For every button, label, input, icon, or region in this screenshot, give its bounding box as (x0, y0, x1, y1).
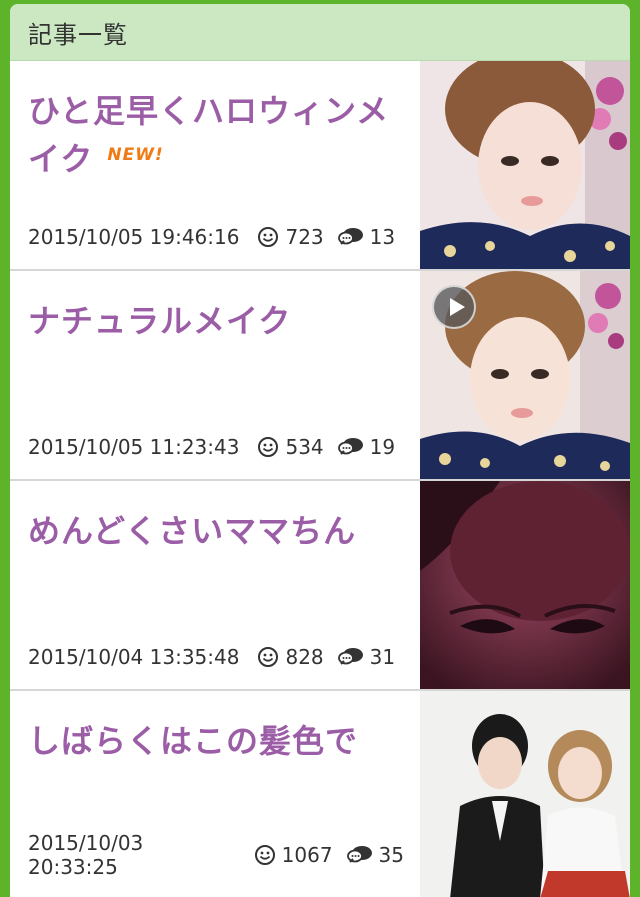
thumbnail-image (420, 481, 630, 689)
article-title-text[interactable]: めんどくさいママちん (28, 512, 356, 550)
new-badge: NEW! (107, 145, 164, 165)
article-title[interactable]: しばらくはこの髪色で (28, 717, 408, 765)
comments-count: 31 (369, 645, 396, 669)
article-date: 2015/10/05 19:46:16 (28, 225, 240, 249)
article-text[interactable]: ナチュラルメイク 2015/10/05 11:23:43 534 19 (10, 271, 418, 479)
comments-stat: 31 (337, 645, 396, 669)
smile-icon (258, 647, 279, 667)
article-thumbnail[interactable] (420, 271, 630, 479)
article-item[interactable]: ナチュラルメイク 2015/10/05 11:23:43 534 19 (10, 271, 630, 481)
comments-count: 19 (369, 435, 396, 459)
comments-stat: 19 (337, 435, 396, 459)
thumbnail-image (420, 61, 630, 269)
comments-stat: 35 (346, 843, 404, 867)
article-date: 2015/10/05 11:23:43 (28, 435, 240, 459)
page-title: 記事一覧 (10, 4, 630, 61)
comments-stat: 13 (337, 225, 396, 249)
article-thumbnail[interactable] (420, 61, 630, 269)
article-title-text[interactable]: ひと足早くハロウィンメイク (28, 92, 389, 178)
comment-icon (346, 846, 372, 863)
likes-count: 828 (285, 645, 324, 669)
thumbnail-image (420, 691, 630, 897)
article-title[interactable]: めんどくさいママちん (28, 507, 408, 555)
article-title-text[interactable]: ナチュラルメイク (28, 302, 291, 340)
smile-icon (254, 845, 275, 865)
article-item[interactable]: しばらくはこの髪色で 2015/10/03 20:33:25 1067 35 (10, 691, 630, 897)
article-text[interactable]: ひと足早くハロウィンメイク NEW! 2015/10/05 19:46:16 72… (10, 61, 418, 269)
article-text[interactable]: しばらくはこの髪色で 2015/10/03 20:33:25 1067 35 (10, 691, 418, 897)
article-meta: 2015/10/03 20:33:25 1067 35 (28, 831, 418, 879)
likes-stat: 534 (257, 435, 324, 459)
article-text[interactable]: めんどくさいママちん 2015/10/04 13:35:48 828 31 (10, 481, 418, 689)
article-item[interactable]: ひと足早くハロウィンメイク NEW! 2015/10/05 19:46:16 72… (10, 61, 630, 271)
article-thumbnail[interactable] (420, 481, 630, 689)
play-icon[interactable] (432, 285, 476, 329)
likes-stat: 828 (257, 645, 324, 669)
smile-icon (258, 227, 279, 247)
article-list: ひと足早くハロウィンメイク NEW! 2015/10/05 19:46:16 72… (10, 61, 630, 897)
article-date: 2015/10/04 13:35:48 (28, 645, 240, 669)
article-item[interactable]: めんどくさいママちん 2015/10/04 13:35:48 828 31 (10, 481, 630, 691)
article-meta: 2015/10/05 11:23:43 534 19 (28, 435, 409, 459)
comments-count: 35 (378, 843, 404, 867)
likes-count: 723 (285, 225, 324, 249)
likes-stat: 1067 (254, 843, 333, 867)
likes-count: 1067 (281, 843, 333, 867)
likes-stat: 723 (257, 225, 324, 249)
article-meta: 2015/10/04 13:35:48 828 31 (28, 645, 409, 669)
smile-icon (258, 437, 279, 457)
article-title[interactable]: ナチュラルメイク (28, 297, 408, 345)
article-title[interactable]: ひと足早くハロウィンメイク NEW! (28, 87, 408, 183)
comment-icon (337, 438, 363, 455)
article-list-panel: 記事一覧 ひと足早くハロウィンメイク NEW! 2015/10/05 19:46:… (10, 4, 630, 897)
page-title-text: 記事一覧 (28, 20, 128, 49)
comment-icon (337, 648, 363, 665)
comment-icon (337, 228, 363, 245)
article-title-text[interactable]: しばらくはこの髪色で (28, 722, 358, 760)
article-date: 2015/10/03 20:33:25 (28, 831, 144, 879)
article-meta: 2015/10/05 19:46:16 723 13 (28, 225, 409, 249)
article-thumbnail[interactable] (420, 691, 630, 897)
likes-count: 534 (285, 435, 324, 459)
comments-count: 13 (369, 225, 396, 249)
